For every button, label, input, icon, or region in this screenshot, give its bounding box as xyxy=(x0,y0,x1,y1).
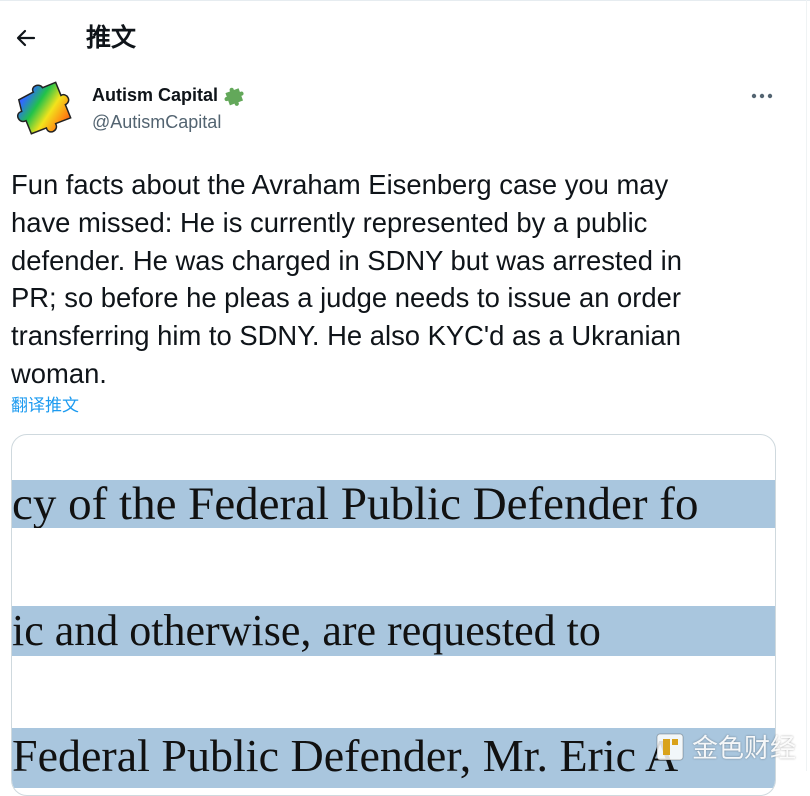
watermark: 金色财经 xyxy=(654,728,796,765)
document-line-3: Federal Public Defender, Mr. Eric A xyxy=(12,730,679,781)
document-line-2: ic and otherwise, are requested to xyxy=(12,606,601,655)
jinse-logo-icon xyxy=(656,733,684,760)
author-display-name[interactable]: Autism Capital xyxy=(92,83,218,107)
translate-tweet-link[interactable]: 翻译推文 xyxy=(11,394,79,418)
page-title: 推文 xyxy=(86,23,137,52)
more-options-icon xyxy=(751,93,773,99)
rainbow-puzzle-avatar xyxy=(16,81,72,135)
highlighted-text-line: cy of the Federal Public Defender fo xyxy=(12,480,775,528)
tweet-header: 推文 xyxy=(0,0,806,76)
arrow-left-icon xyxy=(16,29,36,47)
author-name-row: Autism Capital xyxy=(92,82,248,108)
more-options-button[interactable] xyxy=(744,82,780,110)
avatar[interactable] xyxy=(12,80,76,140)
right-divider xyxy=(806,0,807,771)
tweet-text: Fun facts about the Avraham Eisenberg ca… xyxy=(11,169,682,389)
watermark-text: 金色财经 xyxy=(692,734,797,764)
document-line-1: cy of the Federal Public Defender fo xyxy=(12,480,699,528)
puzzle-piece-icon xyxy=(224,87,244,106)
author-handle[interactable]: @AutismCapital xyxy=(92,110,221,134)
highlighted-text-line: ic and otherwise, are requested to xyxy=(12,606,775,656)
back-button[interactable] xyxy=(6,18,46,58)
